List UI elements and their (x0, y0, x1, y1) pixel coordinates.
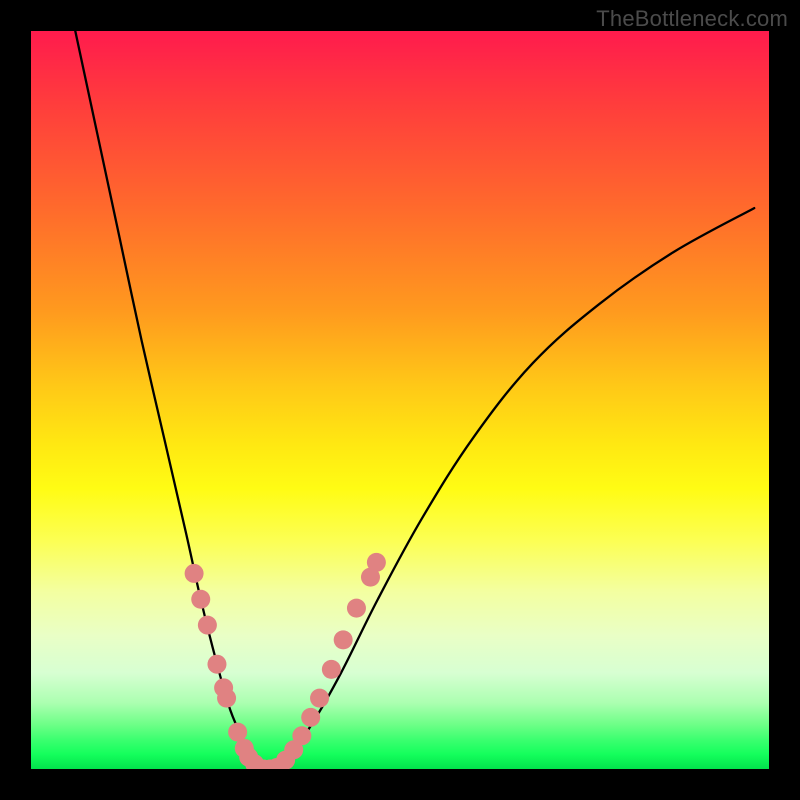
chart-data-point (185, 564, 204, 583)
chart-data-point (228, 723, 247, 742)
chart-data-point (367, 553, 386, 572)
chart-data-point (191, 590, 210, 609)
chart-curve (267, 208, 754, 769)
chart-data-point (207, 655, 226, 674)
chart-data-point (334, 630, 353, 649)
chart-data-point (198, 616, 217, 635)
chart-plot-area (31, 31, 769, 769)
chart-data-point (217, 689, 236, 708)
chart-data-point (301, 708, 320, 727)
chart-curve (75, 31, 267, 769)
chart-data-point (310, 689, 329, 708)
chart-data-point (347, 599, 366, 618)
chart-svg (31, 31, 769, 769)
chart-data-point (322, 660, 341, 679)
chart-data-point (292, 726, 311, 745)
watermark-text: TheBottleneck.com (596, 6, 788, 32)
chart-series-layer (75, 31, 754, 769)
